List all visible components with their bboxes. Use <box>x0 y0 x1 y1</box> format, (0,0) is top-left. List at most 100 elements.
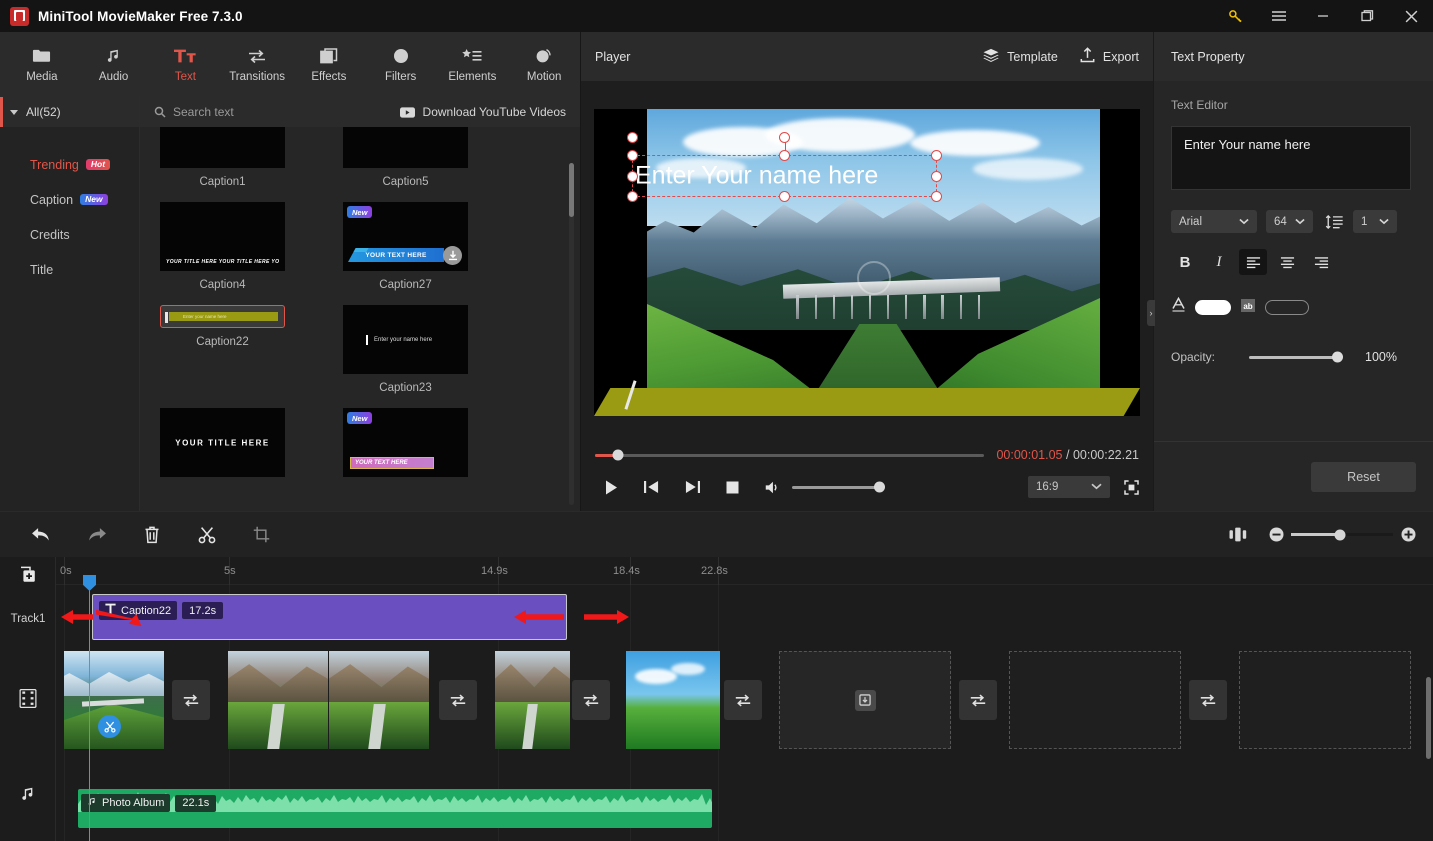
reset-button[interactable]: Reset <box>1311 461 1416 492</box>
resize-handle-tl[interactable] <box>627 150 638 161</box>
transition-slot[interactable] <box>724 680 762 720</box>
align-right-icon[interactable] <box>1307 249 1335 275</box>
delete-button[interactable] <box>124 512 179 557</box>
video-track[interactable] <box>56 651 1433 749</box>
highlight-color-swatch[interactable] <box>1265 300 1309 315</box>
align-left-icon[interactable] <box>1239 249 1267 275</box>
transition-slot[interactable] <box>439 680 477 720</box>
video-clip[interactable] <box>329 651 429 749</box>
split-view-icon[interactable] <box>1215 512 1261 557</box>
thumbnail-scrollbar[interactable] <box>569 163 574 217</box>
video-clip[interactable] <box>64 651 164 749</box>
zoom-out-button[interactable] <box>1261 512 1291 557</box>
zoom-in-button[interactable] <box>1393 512 1423 557</box>
close-icon[interactable] <box>1389 0 1433 32</box>
thumbnail-item[interactable]: YOUR TITLE HERE <box>160 408 285 477</box>
scissors-icon[interactable] <box>179 512 234 557</box>
transition-slot[interactable] <box>572 680 610 720</box>
timeline-canvas[interactable]: 0s 5s 14.9s 18.4s 22.8s Caption22 17.2s … <box>56 557 1433 841</box>
template-button[interactable]: Template <box>983 48 1058 66</box>
media-placeholder-slot[interactable] <box>1009 651 1181 749</box>
thumbnail-item[interactable]: YOUR TITLE HERE YOUR TITLE HERE YOUR TIT… <box>160 202 285 291</box>
resize-handle-ml[interactable] <box>627 170 638 182</box>
all-dropdown[interactable]: All(52) <box>0 97 139 127</box>
thumbnail-preview[interactable]: New YOUR TEXT HERE <box>343 202 468 271</box>
previous-frame-icon[interactable] <box>644 480 659 494</box>
timeline-vertical-scrollbar[interactable] <box>1426 677 1431 759</box>
download-icon[interactable] <box>443 246 462 265</box>
redo-button[interactable] <box>69 512 124 557</box>
search-input[interactable]: Search text <box>173 105 234 119</box>
resize-handle-tr[interactable] <box>931 150 942 161</box>
collapse-panel-toggle[interactable]: › <box>1147 300 1155 326</box>
stop-icon[interactable] <box>726 481 739 494</box>
text-clip-caption22[interactable]: Caption22 17.2s <box>92 594 567 640</box>
aspect-ratio-select[interactable]: 16:9 <box>1028 476 1110 498</box>
transition-slot[interactable] <box>172 680 210 720</box>
thumbnail-preview[interactable]: YOUR TITLE HERE <box>160 408 285 477</box>
transition-slot[interactable] <box>959 680 997 720</box>
ribbon-tab-filters[interactable]: Filters <box>365 36 437 94</box>
fullscreen-icon[interactable] <box>1124 479 1139 495</box>
zoom-knob[interactable] <box>1334 529 1346 540</box>
timeline-ruler[interactable]: 0s 5s 14.9s 18.4s 22.8s <box>56 557 1433 585</box>
volume-icon[interactable] <box>765 480 782 495</box>
font-family-select[interactable]: Arial <box>1171 210 1257 233</box>
video-clip[interactable] <box>495 651 570 749</box>
media-placeholder-slot[interactable] <box>779 651 951 749</box>
ribbon-tab-text[interactable]: Text <box>150 36 222 94</box>
crop-icon[interactable] <box>234 512 289 557</box>
thumbnail-item[interactable]: New YOUR TEXT HERE <box>343 408 468 477</box>
line-spacing-select[interactable]: 1 <box>1353 210 1397 233</box>
ribbon-tab-effects[interactable]: Effects <box>293 36 365 94</box>
rotate-handle[interactable] <box>627 132 638 143</box>
zoom-slider[interactable] <box>1291 529 1393 540</box>
split-marker-icon[interactable] <box>98 715 121 738</box>
seek-slider[interactable] <box>595 449 985 461</box>
text-track[interactable]: Caption22 17.2s <box>56 591 1433 643</box>
align-center-icon[interactable] <box>1273 249 1301 275</box>
thumbnail-item[interactable]: Enter your name here Caption23 <box>343 305 468 394</box>
opacity-knob[interactable] <box>1332 351 1343 363</box>
category-item-credits[interactable]: Credits <box>0 217 139 252</box>
export-button[interactable]: Export <box>1080 47 1139 66</box>
resize-handle-mr[interactable] <box>931 170 942 182</box>
thumbnail-item[interactable]: Caption1 <box>160 127 285 188</box>
thumbnail-item[interactable]: Caption5 <box>343 127 468 188</box>
media-placeholder-slot[interactable] <box>1239 651 1411 749</box>
text-overlay-box[interactable]: Enter Your name here <box>627 132 942 202</box>
undo-button[interactable] <box>14 512 69 557</box>
minimize-icon[interactable] <box>1301 0 1345 32</box>
italic-button[interactable]: I <box>1205 249 1233 275</box>
video-preview[interactable]: Enter Your name here <box>594 109 1140 416</box>
font-color-swatch[interactable] <box>1195 300 1231 315</box>
bold-button[interactable]: B <box>1171 249 1199 275</box>
play-icon[interactable] <box>605 480 618 495</box>
key-icon[interactable] <box>1213 0 1257 32</box>
volume-knob[interactable] <box>874 481 885 493</box>
ribbon-tab-media[interactable]: Media <box>6 36 78 94</box>
rotate-handle-top[interactable] <box>779 132 790 143</box>
ribbon-tab-motion[interactable]: Motion <box>508 36 580 94</box>
maximize-icon[interactable] <box>1345 0 1389 32</box>
download-youtube-button[interactable]: Download YouTube Videos <box>399 105 566 119</box>
text-editor-input[interactable]: Enter Your name here <box>1171 126 1411 190</box>
category-item-caption[interactable]: Caption New <box>0 182 139 217</box>
video-clip[interactable] <box>626 651 720 749</box>
resize-handle-bc[interactable] <box>779 191 790 202</box>
thumbnail-preview[interactable]: Enter your name here <box>160 305 285 328</box>
thumbnail-item-selected[interactable]: Enter your name here Caption22 <box>160 305 285 394</box>
video-clip[interactable] <box>228 651 328 749</box>
ribbon-tab-audio[interactable]: Audio <box>78 36 150 94</box>
thumbnail-preview[interactable]: New YOUR TEXT HERE <box>343 408 468 477</box>
font-size-select[interactable]: 64 <box>1266 210 1313 233</box>
seek-knob[interactable] <box>612 449 624 461</box>
transition-slot[interactable] <box>1189 680 1227 720</box>
add-track-icon[interactable] <box>18 565 38 590</box>
audio-track[interactable]: Photo Album 22.1s <box>56 763 1433 828</box>
opacity-slider[interactable] <box>1249 351 1343 363</box>
volume-slider[interactable] <box>792 481 885 493</box>
ribbon-tab-elements[interactable]: Elements <box>437 36 509 94</box>
ribbon-tab-transitions[interactable]: Transitions <box>221 36 293 94</box>
resize-handle-bl[interactable] <box>627 191 638 202</box>
